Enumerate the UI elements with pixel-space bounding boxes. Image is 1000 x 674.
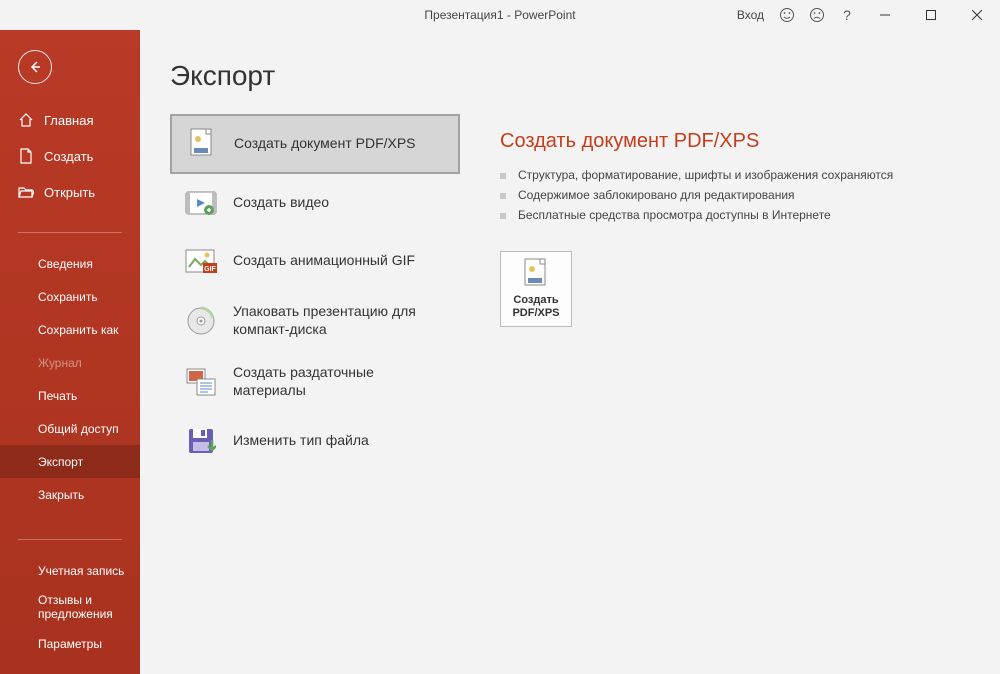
pdf-document-icon bbox=[521, 258, 551, 290]
sidebar-item-share[interactable]: Общий доступ bbox=[0, 412, 140, 445]
sidebar-item-open[interactable]: Открыть bbox=[0, 174, 140, 210]
export-option-label: Изменить тип файла bbox=[233, 432, 369, 450]
sidebar-item-close[interactable]: Закрыть bbox=[0, 478, 140, 511]
save-as-icon bbox=[185, 425, 217, 457]
sidebar-item-info[interactable]: Сведения bbox=[0, 247, 140, 280]
export-option-gif[interactable]: GIF Создать анимационный GIF bbox=[170, 232, 460, 290]
sidebar-item-history: Журнал bbox=[0, 346, 140, 379]
sidebar-item-account[interactable]: Учетная запись bbox=[0, 554, 140, 587]
export-option-label: Упаковать презентацию для компакт-диска bbox=[233, 303, 445, 338]
detail-title: Создать документ PDF/XPS bbox=[500, 130, 1000, 153]
detail-bullet: Содержимое заблокировано для редактирова… bbox=[500, 185, 1000, 205]
divider bbox=[18, 232, 122, 233]
window-title: Презентация1 - PowerPoint bbox=[424, 8, 575, 22]
titlebar: Презентация1 - PowerPoint Вход ? bbox=[0, 0, 1000, 30]
home-icon bbox=[18, 112, 34, 128]
export-option-handouts[interactable]: Создать раздаточные материалы bbox=[170, 351, 460, 412]
sidebar-item-home[interactable]: Главная bbox=[0, 102, 140, 138]
sidebar-item-label: Открыть bbox=[44, 185, 95, 200]
folder-open-icon bbox=[18, 184, 34, 200]
divider bbox=[18, 539, 122, 540]
handouts-icon bbox=[185, 366, 217, 398]
sidebar-item-save[interactable]: Сохранить bbox=[0, 280, 140, 313]
close-button[interactable] bbox=[954, 0, 1000, 30]
sidebar-item-saveas[interactable]: Сохранить как bbox=[0, 313, 140, 346]
detail-bullets: Структура, форматирование, шрифты и изоб… bbox=[500, 165, 1000, 225]
backstage-sidebar: Главная Создать Открыть Сведения Сохрани… bbox=[0, 30, 140, 674]
gif-icon: GIF bbox=[185, 245, 217, 277]
svg-text:GIF: GIF bbox=[204, 266, 216, 273]
export-option-label: Создать раздаточные материалы bbox=[233, 364, 445, 399]
cd-icon bbox=[185, 305, 217, 337]
content-area: Экспорт Создать документ PDF/XPS Создать… bbox=[140, 30, 1000, 674]
export-option-label: Создать видео bbox=[233, 194, 329, 212]
export-option-video[interactable]: Создать видео bbox=[170, 174, 460, 232]
export-option-label: Создать анимационный GIF bbox=[233, 252, 415, 270]
pdf-document-icon bbox=[186, 128, 218, 160]
new-file-icon bbox=[18, 148, 34, 164]
detail-bullet: Структура, форматирование, шрифты и изоб… bbox=[500, 165, 1000, 185]
sidebar-item-print[interactable]: Печать bbox=[0, 379, 140, 412]
export-option-label: Создать документ PDF/XPS bbox=[234, 135, 416, 153]
sidebar-item-label: Создать bbox=[44, 149, 93, 164]
export-option-pdfxps[interactable]: Создать документ PDF/XPS bbox=[170, 114, 460, 174]
sidebar-item-export[interactable]: Экспорт bbox=[0, 445, 140, 478]
sidebar-item-feedback[interactable]: Отзывы и предложения bbox=[0, 587, 140, 627]
smile-icon[interactable] bbox=[772, 0, 802, 30]
help-icon[interactable]: ? bbox=[832, 0, 862, 30]
signin-link[interactable]: Вход bbox=[737, 8, 764, 22]
page-title: Экспорт bbox=[170, 60, 460, 92]
detail-bullet: Бесплатные средства просмотра доступны в… bbox=[500, 205, 1000, 225]
video-icon bbox=[185, 187, 217, 219]
sidebar-item-options[interactable]: Параметры bbox=[0, 627, 140, 660]
frown-icon[interactable] bbox=[802, 0, 832, 30]
export-option-package[interactable]: Упаковать презентацию для компакт-диска bbox=[170, 290, 460, 351]
sidebar-item-new[interactable]: Создать bbox=[0, 138, 140, 174]
maximize-button[interactable] bbox=[908, 0, 954, 30]
create-pdf-xps-button[interactable]: Создать PDF/XPS bbox=[500, 251, 572, 327]
action-button-label: Создать PDF/XPS bbox=[501, 294, 571, 320]
back-button[interactable] bbox=[18, 50, 52, 84]
sidebar-item-label: Главная bbox=[44, 113, 93, 128]
export-option-changetype[interactable]: Изменить тип файла bbox=[170, 412, 460, 470]
minimize-button[interactable] bbox=[862, 0, 908, 30]
